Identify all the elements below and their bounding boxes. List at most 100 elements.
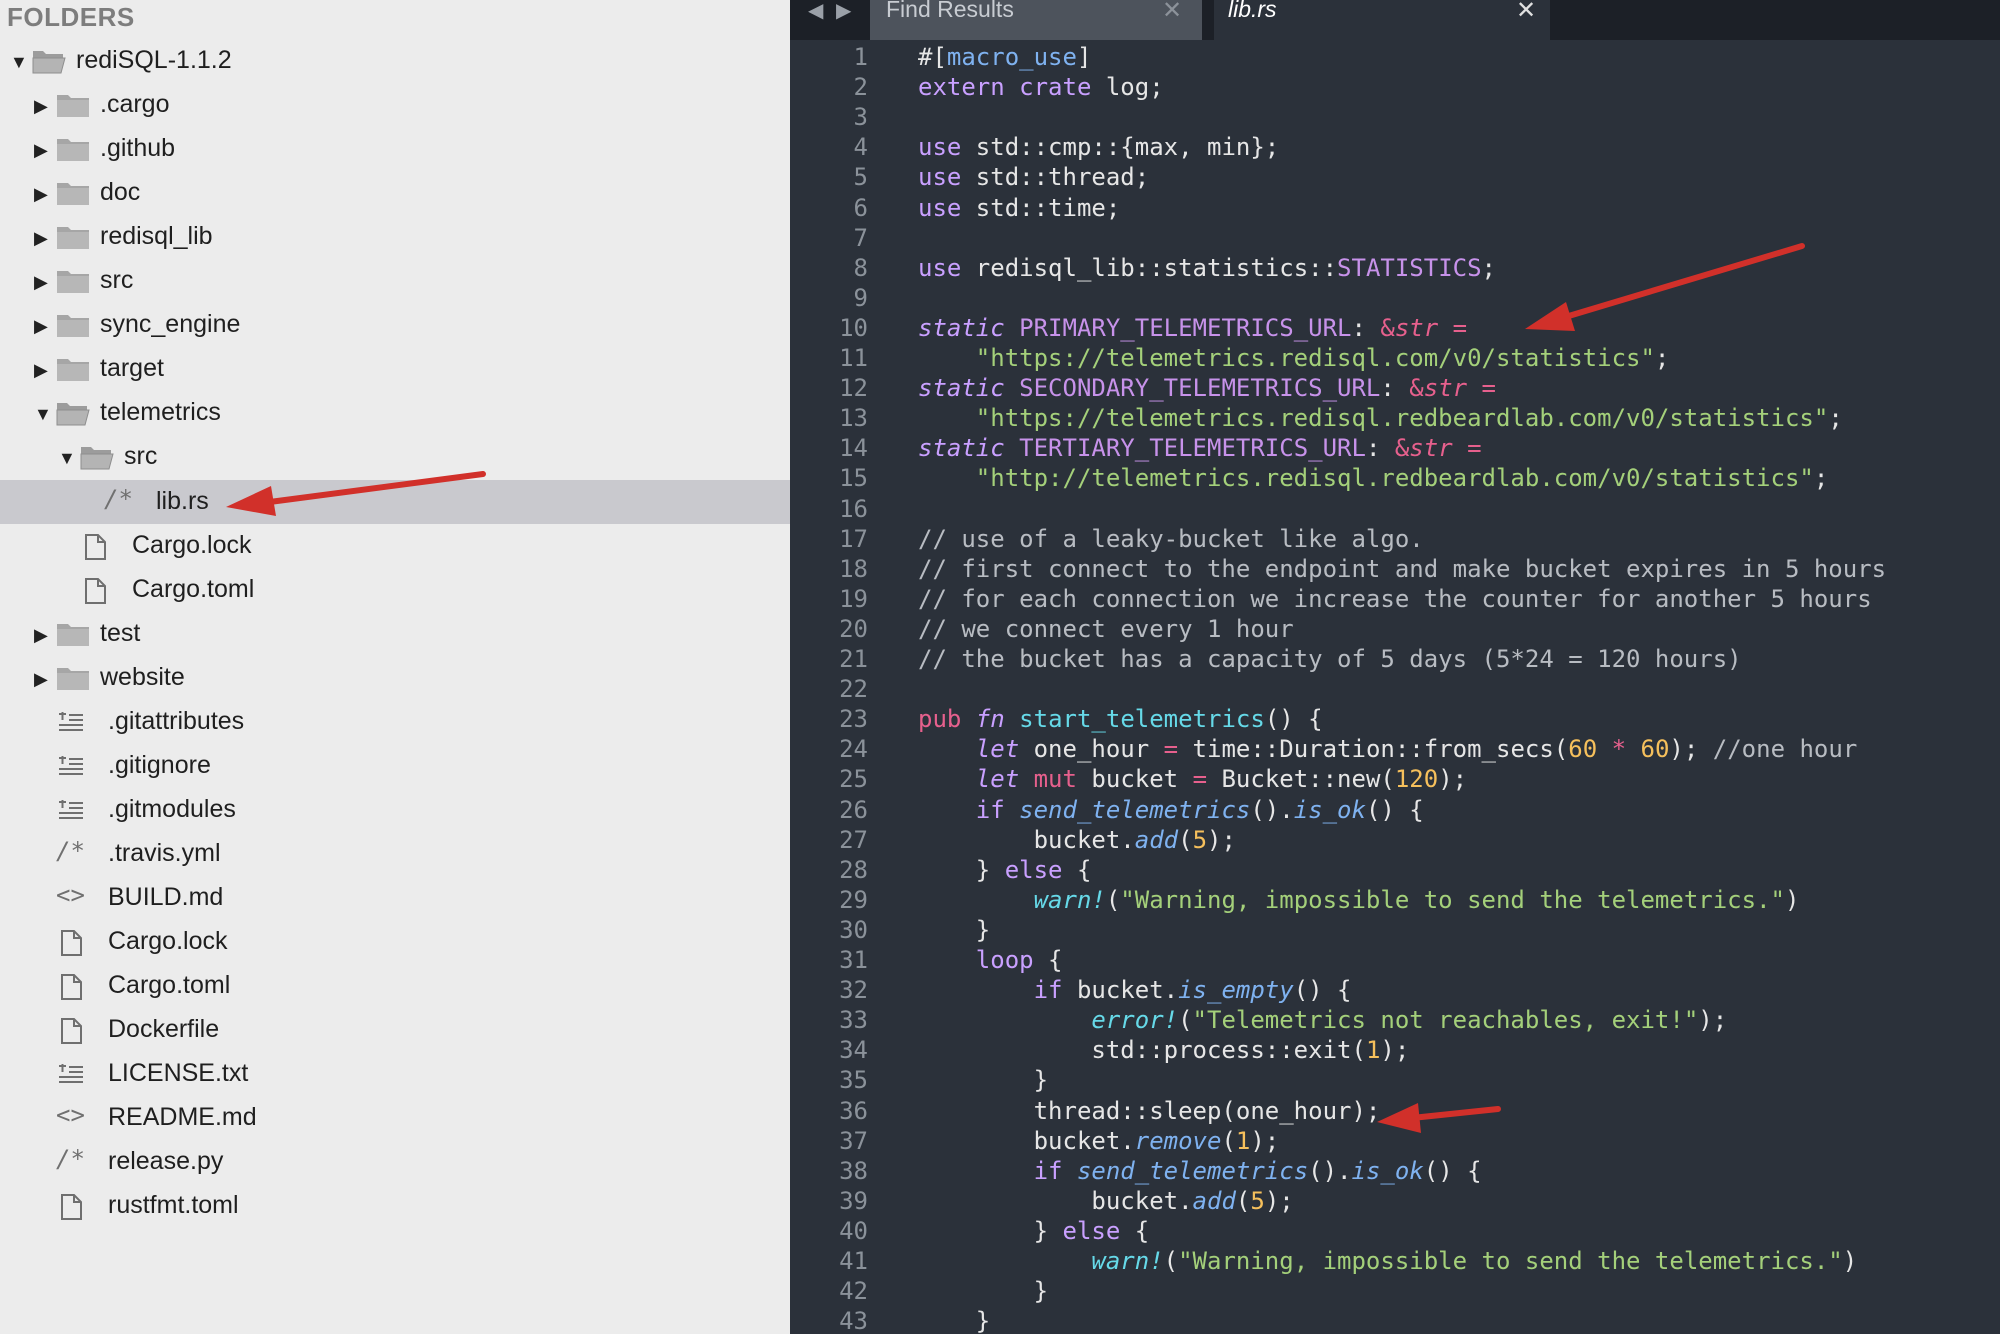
tree-folder[interactable]: ▼ rediSQL-1.1.2: [0, 39, 790, 83]
code-token: "Warning, impossible to send the telemet…: [1178, 1247, 1843, 1275]
disclosure-closed-icon[interactable]: ▶: [34, 229, 48, 247]
code-token: pub: [918, 705, 962, 734]
code-text: static SECONDARY_TELEMETRICS_URL: &str =: [918, 373, 1510, 403]
code-token: (: [1105, 885, 1121, 914]
tab-find-results[interactable]: Find Results ✕: [870, 0, 1202, 40]
tree-file[interactable]: <> BUILD.md: [0, 876, 790, 920]
disclosure-closed-icon[interactable]: ▶: [34, 670, 48, 688]
folder-icon: [57, 227, 89, 250]
code-token: *: [1611, 735, 1627, 764]
code-token: warn!: [1091, 1247, 1164, 1275]
tree-item-label: telemetrics: [100, 398, 221, 427]
tree-file[interactable]: rustfmt.toml: [0, 1184, 790, 1228]
code-token: =: [1438, 313, 1482, 342]
disclosure-open-icon[interactable]: ▼: [10, 53, 28, 71]
code-text: // for each connection we increase the c…: [918, 584, 1872, 614]
code-token: extern crate: [918, 73, 1092, 102]
tree-file[interactable]: /* release.py: [0, 1140, 790, 1184]
tree-folder[interactable]: ▶ target: [0, 347, 790, 391]
tree-folder[interactable]: ▶ test: [0, 612, 790, 656]
disclosure-closed-icon[interactable]: ▶: [34, 626, 48, 644]
code-line: 11 "https://telemetrics.redisql.com/v0/s…: [790, 343, 2000, 373]
line-number: 13: [839, 404, 868, 433]
code-token: static: [918, 374, 1005, 403]
code-line: 13 "https://telemetrics.redisql.redbeard…: [790, 403, 2000, 433]
nav-back-icon[interactable]: ◀: [808, 0, 823, 23]
code-token: one_hour: [1019, 735, 1164, 764]
tree-folder[interactable]: ▶ .cargo: [0, 83, 790, 127]
code-token: (: [1235, 1186, 1251, 1215]
line-number: 29: [839, 885, 868, 914]
code-token: ): [1784, 885, 1800, 914]
close-icon[interactable]: ✕: [1162, 0, 1182, 25]
code-token: warn!: [1033, 885, 1106, 914]
tree-folder[interactable]: ▶ website: [0, 656, 790, 700]
code-token: std::time;: [961, 193, 1121, 222]
tree-folder[interactable]: ▼ src: [0, 435, 790, 479]
tree-folder[interactable]: ▶ src: [0, 259, 790, 303]
code-line: 31 loop {: [790, 945, 2000, 975]
tree-file[interactable]: <> README.md: [0, 1096, 790, 1140]
code-token: send_telemetrics: [1076, 1156, 1309, 1185]
code-token: 5: [1250, 1186, 1265, 1215]
tree-file[interactable]: .gitignore: [0, 744, 790, 788]
disclosure-open-icon[interactable]: ▼: [58, 449, 76, 467]
tree-file[interactable]: LICENSE.txt: [0, 1052, 790, 1096]
disclosure-open-icon[interactable]: ▼: [34, 405, 52, 423]
disclosure-closed-icon[interactable]: ▶: [34, 141, 48, 159]
code-token: error!: [1091, 1006, 1179, 1035]
tree-file[interactable]: Cargo.lock: [0, 920, 790, 964]
code-token: ;: [1654, 344, 1670, 372]
tree-file-selected[interactable]: /* lib.rs: [0, 479, 790, 524]
code-token: ;: [1813, 464, 1829, 493]
code-token: =: [1467, 374, 1511, 403]
folder-icon: [57, 359, 89, 382]
code-token: :: [1380, 374, 1410, 403]
code-token: // the bucket has a capacity of 5 days (…: [918, 645, 1742, 673]
tree-file[interactable]: Cargo.toml: [0, 964, 790, 1008]
tree-file[interactable]: Cargo.toml: [0, 568, 790, 612]
line-number: 17: [839, 524, 868, 553]
disclosure-closed-icon[interactable]: ▶: [34, 185, 48, 203]
code-text: // use of a leaky-bucket like algo.: [918, 524, 1424, 554]
tree-file[interactable]: /* .travis.yml: [0, 832, 790, 876]
code-token: =: [1452, 434, 1497, 463]
line-number: 40: [839, 1216, 868, 1245]
code-token: );: [1264, 1186, 1294, 1215]
code-line: 42 }: [790, 1276, 2000, 1306]
tree-file[interactable]: Dockerfile: [0, 1008, 790, 1052]
tree-folder[interactable]: ▶ .github: [0, 127, 790, 171]
code-line: 9: [790, 283, 2000, 313]
nav-forward-icon[interactable]: ▶: [836, 0, 851, 23]
disclosure-closed-icon[interactable]: ▶: [34, 361, 48, 379]
tree-item-label: rustfmt.toml: [108, 1191, 239, 1220]
code-token: macro_use: [946, 43, 1077, 71]
code-line: 7: [790, 223, 2000, 253]
tree-file[interactable]: Cargo.lock: [0, 524, 790, 568]
tree-folder[interactable]: ▶ sync_engine: [0, 303, 790, 347]
tree-folder[interactable]: ▼ telemetrics: [0, 391, 790, 435]
folder-icon: [57, 95, 89, 118]
disclosure-closed-icon[interactable]: ▶: [34, 97, 48, 115]
code-token: "https://telemetrics.redisql.com/v0/stat…: [918, 344, 1655, 372]
code-token: 60: [1568, 735, 1598, 764]
tree-file[interactable]: .gitmodules: [0, 788, 790, 832]
tree-file[interactable]: .gitattributes: [0, 700, 790, 744]
code-text: let one_hour = time::Duration::from_secs…: [918, 734, 1857, 764]
tree-folder[interactable]: ▶ doc: [0, 171, 790, 215]
document-icon: [61, 930, 82, 956]
close-icon[interactable]: ✕: [1516, 0, 1536, 25]
code-text: if bucket.is_empty() {: [918, 975, 1352, 1005]
tab-lib-rs[interactable]: lib.rs ✕: [1214, 0, 1550, 40]
code-token: use: [918, 133, 962, 162]
code-line: 2 extern crate log;: [790, 72, 2000, 102]
disclosure-closed-icon[interactable]: ▶: [34, 317, 48, 335]
code-token: ): [1842, 1247, 1858, 1275]
tree-folder[interactable]: ▶ redisql_lib: [0, 215, 790, 259]
document-icon: [85, 533, 106, 560]
disclosure-closed-icon[interactable]: ▶: [34, 273, 48, 291]
code-token: // use of a leaky-bucket like algo.: [918, 524, 1424, 553]
code-line: 43 }: [790, 1306, 2000, 1334]
